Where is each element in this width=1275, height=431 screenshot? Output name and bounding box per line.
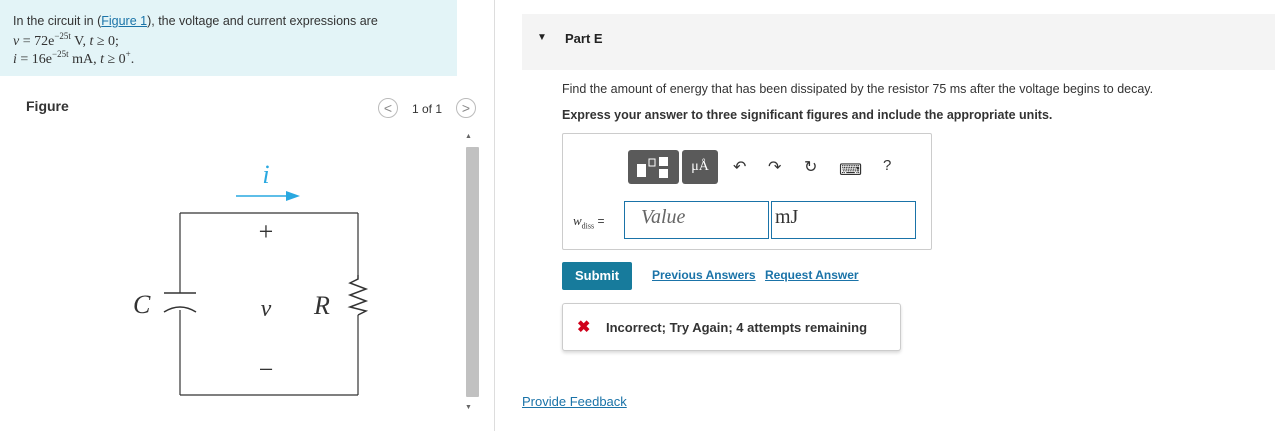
current-arrow-head (286, 191, 300, 201)
part-title[interactable]: Part E (565, 31, 603, 46)
figure-link[interactable]: Figure 1 (101, 14, 147, 28)
circuit-diagram: i C R + v − (133, 160, 369, 396)
answer-variable-label: wdiss = (573, 213, 605, 231)
figure-title: Figure (26, 98, 69, 114)
redo-icon[interactable]: ↷ (768, 157, 781, 177)
next-figure-button[interactable]: > (456, 98, 476, 118)
problem-statement: In the circuit in (Figure 1), the voltag… (0, 0, 457, 76)
templates-icon (637, 157, 668, 178)
collapse-caret-icon[interactable]: ▼ (537, 32, 547, 43)
previous-figure-button[interactable]: < (378, 98, 398, 118)
reset-icon[interactable]: ↻ (804, 157, 817, 177)
current-equation: i = 16e−25t mA, t ≥ 0+. (13, 49, 135, 67)
plus-sign: + (259, 217, 274, 246)
units-button[interactable]: μÅ (682, 150, 718, 184)
figure-scrollbar-thumb[interactable] (466, 147, 479, 397)
resistor-symbol (347, 275, 369, 316)
resistor-label: R (313, 291, 330, 320)
help-icon[interactable]: ? (883, 157, 891, 174)
feedback-message: Incorrect; Try Again; 4 attempts remaini… (606, 320, 868, 335)
value-input[interactable]: Value (624, 201, 769, 239)
part-header[interactable] (522, 14, 1275, 70)
undo-icon[interactable]: ↶ (733, 157, 746, 177)
request-answer-link[interactable]: Request Answer (765, 268, 859, 282)
unit-input[interactable]: mJ (771, 201, 916, 239)
instruction-text: Express your answer to three significant… (562, 108, 1053, 122)
provide-feedback-link[interactable]: Provide Feedback (522, 394, 627, 409)
scroll-down-arrow-icon[interactable]: ▼ (465, 404, 472, 411)
voltage-label: v (261, 296, 272, 322)
voltage-equation: v = 72e−25t V, t ≥ 0; (13, 31, 119, 49)
incorrect-x-icon: ✖ (577, 319, 591, 336)
keyboard-icon[interactable]: ⌨ (839, 160, 862, 180)
submit-button[interactable]: Submit (562, 262, 632, 290)
current-label: i (262, 160, 269, 189)
capacitor-label: C (133, 290, 151, 319)
templates-button[interactable] (628, 150, 679, 184)
problem-intro: In the circuit in (Figure 1), the voltag… (13, 14, 378, 28)
scroll-up-arrow-icon[interactable]: ▲ (465, 133, 472, 140)
figure-counter: 1 of 1 (412, 102, 443, 116)
previous-answers-link[interactable]: Previous Answers (652, 268, 756, 282)
question-text: Find the amount of energy that has been … (562, 82, 1154, 96)
panel-divider (494, 0, 495, 431)
minus-sign: − (259, 355, 274, 384)
